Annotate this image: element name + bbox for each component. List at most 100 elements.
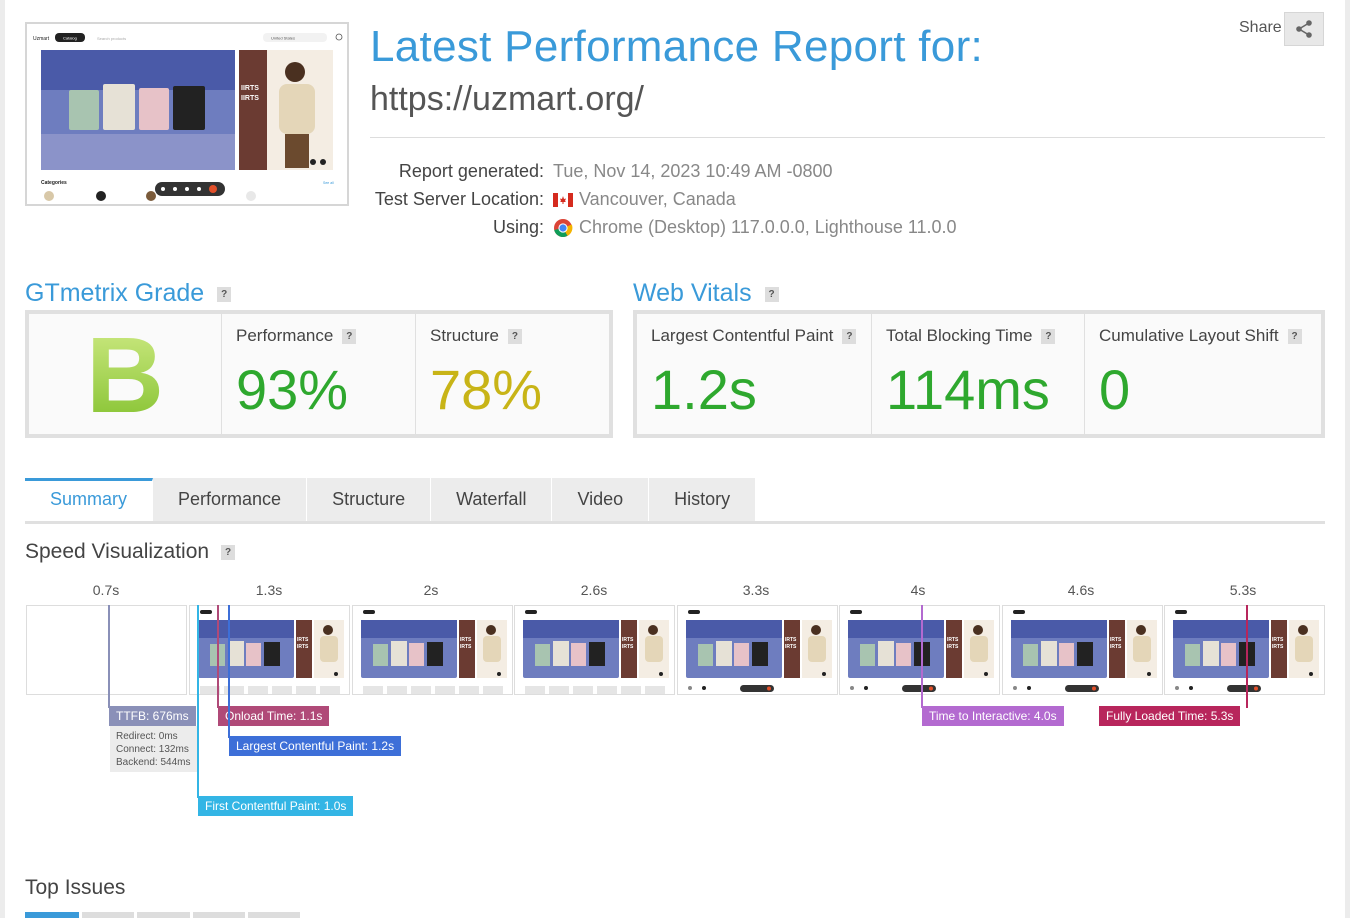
svg-text:IRTS: IRTS: [947, 637, 959, 643]
time-label-8: 5.3s: [1229, 582, 1257, 598]
ttfb-redirect: Redirect: 0ms: [116, 731, 178, 742]
web-vitals-box: Largest Contentful Paint ? 1.2s Total Bl…: [633, 310, 1325, 438]
filmstrip-frame-1[interactable]: IRTS IRTS: [189, 605, 350, 695]
performance-help-icon[interactable]: ?: [342, 328, 357, 344]
filmstrip-frame-6[interactable]: IRTS IRTS: [1002, 605, 1163, 695]
lcp-marker-line: [228, 605, 230, 738]
web-vitals-title: Web Vitals: [633, 279, 752, 307]
cls-help-icon[interactable]: ?: [1287, 328, 1302, 344]
svg-text:IRTS: IRTS: [622, 637, 634, 643]
lcp-label-text: Largest Contentful Paint: [651, 326, 834, 345]
header-divider: [370, 137, 1325, 138]
tab-summary[interactable]: Summary: [25, 478, 154, 521]
grade-letter-cell: B: [29, 314, 222, 434]
speed-help-icon[interactable]: ?: [221, 544, 236, 560]
share-label: Share: [1239, 19, 1282, 36]
cls-label: Cumulative Layout Shift ?: [1099, 326, 1307, 346]
performance-score-cell: Performance ? 93%: [222, 314, 416, 434]
svg-text:IIRTS: IIRTS: [241, 85, 259, 92]
thumbnail-image: Uzmart Catalog Search products United St…: [27, 24, 347, 204]
tab-video[interactable]: Video: [552, 478, 650, 521]
lcp-label: Largest Contentful Paint ?: [651, 326, 857, 346]
share-button[interactable]: [1284, 12, 1324, 46]
tti-tag: Time to Interactive: 4.0s: [922, 706, 1064, 726]
filmstrip-frame-5[interactable]: IRTS IRTS: [839, 605, 1000, 695]
ttfb-marker-line: [108, 605, 110, 708]
onload-tag: Onload Time: 1.1s: [218, 706, 330, 726]
lcp-value: 1.2s: [651, 358, 757, 421]
meta-location-value: Vancouver, Canada: [553, 189, 736, 210]
thumb-catalog: Catalog: [63, 36, 77, 41]
time-label-7: 4.6s: [1067, 582, 1095, 598]
tab-waterfall[interactable]: Waterfall: [431, 478, 553, 521]
filmstrip-frame-blank[interactable]: [26, 605, 187, 695]
svg-text:IRTS: IRTS: [1110, 644, 1122, 650]
svg-text:IRTS: IRTS: [460, 637, 472, 643]
cls-cell: Cumulative Layout Shift ? 0: [1085, 314, 1321, 434]
svg-text:IRTS: IRTS: [297, 644, 309, 650]
filmstrip-frame-image: IRTSIRTS: [353, 606, 512, 694]
filmstrip-frame-image: IRTSIRTS: [678, 606, 837, 694]
svg-text:IRTS: IRTS: [460, 644, 472, 650]
onload-marker-line: [217, 605, 219, 708]
time-label-3: 2s: [423, 582, 439, 598]
meta-location-text: Vancouver, Canada: [579, 189, 736, 209]
filmstrip-frame-3[interactable]: IRTS IRTS: [514, 605, 675, 695]
performance-score-value: 93%: [236, 358, 349, 421]
canada-flag-icon: [553, 192, 573, 207]
svg-text:IRTS: IRTS: [622, 644, 634, 650]
gtmetrix-grade-heading: GTmetrix Grade ?: [25, 279, 232, 308]
structure-help-icon[interactable]: ?: [507, 328, 522, 344]
svg-text:IRTS: IRTS: [1272, 644, 1284, 650]
tbt-label: Total Blocking Time ?: [886, 326, 1070, 346]
filmstrip-frame-2[interactable]: IRTS IRTS: [352, 605, 513, 695]
lcp-tag: Largest Contentful Paint: 1.2s: [229, 736, 402, 756]
svg-text:IRTS: IRTS: [785, 644, 797, 650]
report-url[interactable]: https://uzmart.org/: [370, 80, 644, 119]
meta-using-label: Using:: [492, 217, 544, 237]
tab-history[interactable]: History: [649, 478, 757, 521]
time-label-1: 0.7s: [92, 582, 120, 598]
meta-using-text: Chrome (Desktop) 117.0.0.0, Lighthouse 1…: [579, 217, 957, 237]
fully-loaded-tag: Fully Loaded Time: 5.3s: [1099, 706, 1241, 726]
fully-loaded-marker-line: [1246, 605, 1248, 708]
vitals-help-icon[interactable]: ?: [764, 286, 779, 302]
top-issues-tab-4[interactable]: [193, 912, 245, 918]
tab-performance[interactable]: Performance: [153, 478, 308, 521]
filmstrip-frame-image: IRTSIRTS: [190, 606, 349, 694]
tab-structure[interactable]: Structure: [307, 478, 432, 521]
structure-score-label: Structure ?: [430, 326, 595, 346]
web-vitals-heading: Web Vitals ?: [633, 279, 779, 308]
ttfb-backend: Backend: 544ms: [116, 757, 191, 768]
top-issues-tab-5[interactable]: [248, 912, 300, 918]
meta-report-generated-text: Tue, Nov 14, 2023 10:49 AM -0800: [553, 161, 833, 181]
top-issues-heading: Top Issues: [25, 876, 126, 899]
thumb-see-all: See all: [323, 181, 334, 185]
performance-label-text: Performance: [236, 326, 334, 345]
grade-help-icon[interactable]: ?: [217, 286, 232, 302]
lcp-help-icon[interactable]: ?: [842, 328, 857, 344]
top-issues-tab-3[interactable]: [137, 912, 190, 918]
ttfb-connect: Connect: 132ms: [116, 744, 189, 755]
top-issues-tab-2[interactable]: [82, 912, 134, 918]
structure-score-value: 78%: [430, 358, 543, 421]
meta-report-generated-value: Tue, Nov 14, 2023 10:49 AM -0800: [553, 161, 833, 182]
top-issues-tab-1[interactable]: [25, 912, 79, 918]
report-title: Latest Performance Report for:: [370, 22, 984, 71]
thumb-search: Search products: [97, 36, 126, 41]
thumb-categories: Categories: [41, 180, 67, 186]
tbt-help-icon[interactable]: ?: [1041, 328, 1056, 344]
svg-text:IRTS: IRTS: [947, 644, 959, 650]
filmstrip-frame-7[interactable]: IRTS IRTS: [1164, 605, 1325, 695]
time-label-4: 2.6s: [580, 582, 608, 598]
grade-letter-text: B: [86, 324, 164, 424]
top-issues-tabs: [25, 912, 300, 918]
tbt-label-text: Total Blocking Time: [886, 326, 1033, 345]
grade-box: B Performance ? 93% Structure ? 78%: [25, 310, 613, 438]
svg-text:IRTS: IRTS: [297, 637, 309, 643]
ttfb-breakdown: Redirect: 0ms Connect: 132ms Backend: 54…: [110, 726, 198, 772]
filmstrip-frame-4[interactable]: IRTS IRTS: [677, 605, 838, 695]
thumb-brand: Uzmart: [33, 36, 50, 42]
performance-score-label: Performance ?: [236, 326, 401, 346]
svg-text:IRTS: IRTS: [785, 637, 797, 643]
